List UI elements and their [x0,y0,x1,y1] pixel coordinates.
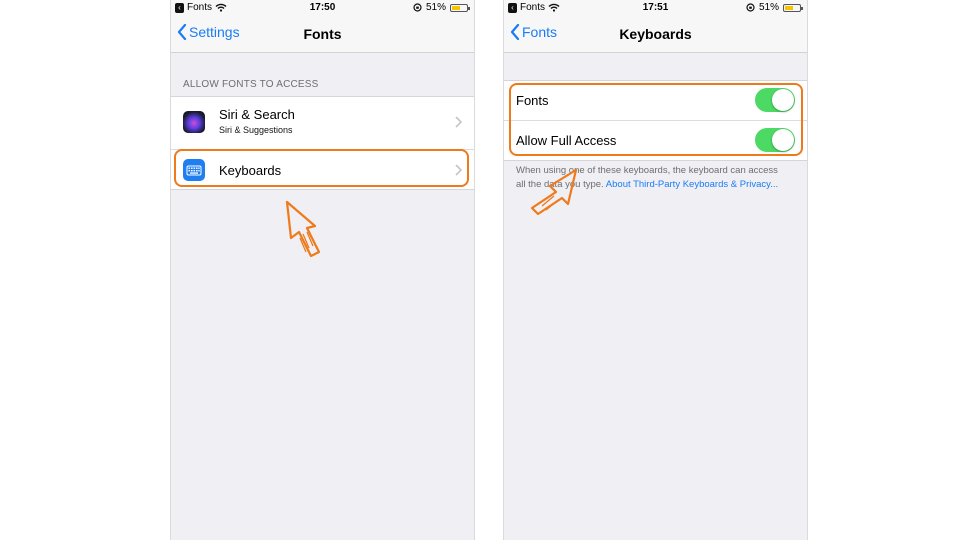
right-screen: ‹ Fonts 17:51 51% Fonts Keyboards Fonts … [503,0,808,540]
status-bar: ‹ Fonts 17:51 51% [504,0,807,16]
status-bar: ‹ Fonts 17:50 51% [171,0,474,16]
privacy-link[interactable]: About Third-Party Keyboards & Privacy... [606,179,778,190]
rotation-lock-icon [413,3,422,12]
page-title: Fonts [303,26,342,42]
list-item-siri-search[interactable]: Siri & Search Siri & Suggestions [171,97,474,149]
highlight-box [509,83,803,156]
siri-icon [183,111,205,133]
highlight-box [174,149,469,187]
battery-icon [783,3,803,12]
navigation-bar: Fonts Keyboards [504,16,807,53]
section-header: ALLOW FONTS TO ACCESS [183,79,319,90]
left-screen: ‹ Fonts 17:50 51% Settings Fonts ALLOW F… [170,0,475,540]
status-right: 51% [413,2,470,13]
navigation-bar: Settings Fonts [171,16,474,53]
page-title: Keyboards [619,26,692,42]
status-right: 51% [746,2,803,13]
battery-percent: 51% [758,2,779,13]
rotation-lock-icon [746,3,755,12]
pointer-arrow-icon [530,168,578,216]
battery-percent: 51% [425,2,446,13]
pointer-arrow-icon [285,200,321,258]
row-subtitle: Siri & Suggestions [219,125,293,135]
chevron-right-icon [455,116,462,128]
battery-icon [450,3,470,12]
row-title: Siri & Search [219,107,295,122]
